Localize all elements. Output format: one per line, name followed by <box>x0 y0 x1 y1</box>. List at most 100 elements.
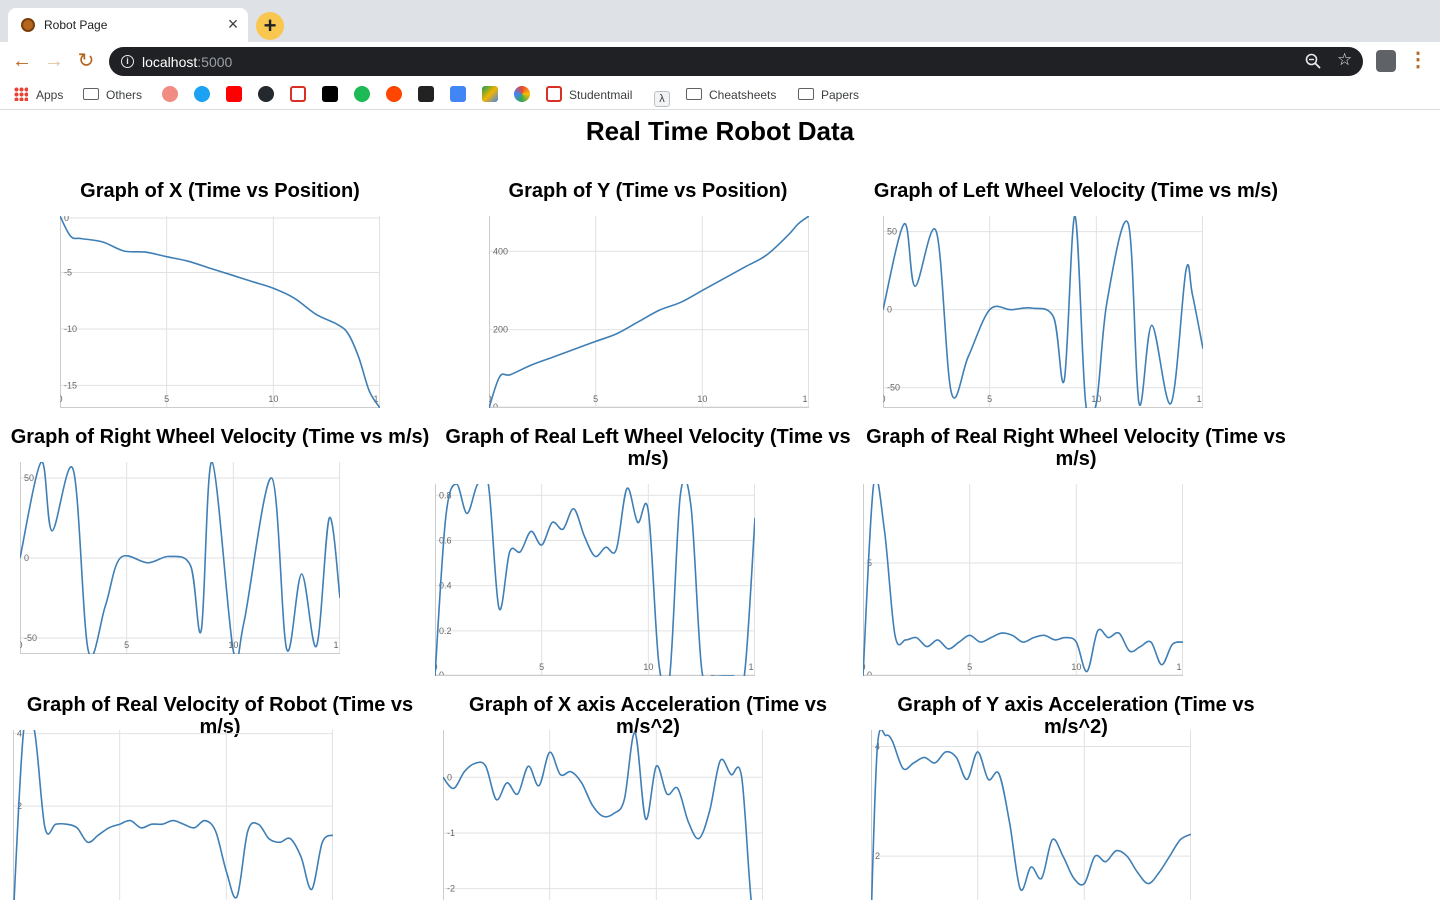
site-icon <box>354 86 370 102</box>
graph-title-x: Graph of X (Time vs Position) <box>80 180 360 202</box>
folder-icon <box>686 88 702 100</box>
series-line <box>883 216 1203 408</box>
chart-y-position: 020040005101 <box>489 216 809 408</box>
forward-icon[interactable]: → <box>43 50 65 72</box>
x-tick-label: 1 <box>1196 394 1201 404</box>
bookmark-site-3[interactable] <box>354 85 377 105</box>
folder-icon <box>798 88 814 100</box>
bookmark-label: Papers <box>821 88 860 102</box>
close-icon[interactable]: × <box>224 15 242 33</box>
x-tick-label: 0 <box>60 394 63 404</box>
bookmark-photos[interactable] <box>514 85 537 105</box>
chart-svg: 020040005101 <box>489 216 809 408</box>
x-tick-label: 1 <box>1176 662 1181 672</box>
zoom-out-icon[interactable] <box>1305 53 1321 69</box>
graph-title-y: Graph of Y (Time vs Position) <box>508 180 788 202</box>
lambda-icon: λ <box>654 91 670 107</box>
x-tick-label: 10 <box>1071 662 1081 672</box>
youtube-icon <box>226 86 242 102</box>
plus-icon[interactable]: + <box>256 12 284 40</box>
photos-icon <box>514 86 530 102</box>
graph-title-real-left-wheel: Graph of Real Left Wheel Velocity (Time … <box>445 426 851 470</box>
bookmark-site-1[interactable] <box>162 85 185 105</box>
bookmark-lambda[interactable]: λ <box>654 85 677 107</box>
star-icon[interactable]: ☆ <box>1337 50 1352 70</box>
bookmark-apps[interactable]: Apps <box>14 85 63 105</box>
site-icon <box>162 86 178 102</box>
series-line <box>489 216 809 408</box>
x-tick-label: 1 <box>802 394 807 404</box>
bookmark-blackboard[interactable] <box>418 85 441 105</box>
bookmark-github[interactable] <box>258 85 281 105</box>
github-icon <box>258 86 274 102</box>
url-port: :5000 <box>197 54 233 70</box>
bookmarks-bar: Apps Others Studentmail λ Cheatsheets Pa… <box>0 80 1440 110</box>
x-tick-label: 10 <box>268 394 278 404</box>
x-tick-label: 5 <box>164 394 169 404</box>
chart-svg: 5005101 <box>863 484 1183 676</box>
bookmark-site-2[interactable] <box>322 85 345 105</box>
apps-grid-icon <box>14 87 28 101</box>
info-icon[interactable]: i <box>121 55 134 68</box>
bookmark-gmail[interactable] <box>290 85 313 105</box>
gmail-icon <box>290 86 306 102</box>
y-tick-label: 2 <box>875 851 880 861</box>
y-tick-label: 0.2 <box>439 626 452 636</box>
bookmark-youtube[interactable] <box>226 85 249 105</box>
series-line <box>863 484 1183 676</box>
chart-x-acceleration: 0 -1 -2 <box>443 730 763 900</box>
bookmark-translate[interactable] <box>450 85 473 105</box>
chart-real-left-wheel-velocity: 00.20.40.60.805101 <box>435 484 755 676</box>
x-tick-label: 1 <box>748 662 753 672</box>
bookmark-reddit[interactable] <box>386 85 409 105</box>
y-tick-label: 50 <box>887 227 897 237</box>
y-tick-label: 0 <box>447 772 452 782</box>
y-tick-label: -50 <box>887 383 900 393</box>
gmail-icon <box>546 86 562 102</box>
profile-icon[interactable] <box>1376 50 1396 72</box>
browser-tab[interactable]: Robot Page × <box>8 8 248 42</box>
menu-icon[interactable]: ⋮ <box>1408 49 1428 71</box>
y-tick-label: -5 <box>64 267 72 277</box>
chart-left-wheel-velocity: 500-5005101 <box>883 216 1203 408</box>
bookmark-studentmail[interactable]: Studentmail <box>546 85 632 105</box>
series-line <box>435 484 755 676</box>
graph-title-real-right-wheel: Graph of Real Right Wheel Velocity (Time… <box>866 426 1286 470</box>
chart-svg: 00.20.40.60.805101 <box>435 484 755 676</box>
graph-title-left-wheel: Graph of Left Wheel Velocity (Time vs m/… <box>873 180 1279 202</box>
x-tick-label: 0 <box>883 394 886 404</box>
bookmark-cheatsheets[interactable]: Cheatsheets <box>686 85 776 105</box>
twitter-icon <box>194 86 210 102</box>
x-tick-label: 5 <box>539 662 544 672</box>
bookmark-label: Apps <box>36 88 64 102</box>
x-tick-label: 10 <box>697 394 707 404</box>
x-tick-label: 5 <box>987 394 992 404</box>
y-tick-label: -10 <box>64 324 77 334</box>
x-tick-label: 5 <box>593 394 598 404</box>
y-tick-label: 200 <box>493 325 508 335</box>
y-tick-label: 0 <box>24 553 29 563</box>
x-tick-label: 0 <box>20 640 23 650</box>
y-tick-label: -50 <box>24 633 37 643</box>
blackboard-icon <box>418 86 434 102</box>
x-tick-label: 10 <box>643 662 653 672</box>
favicon-icon <box>21 18 35 32</box>
folder-icon <box>83 88 99 100</box>
chart-right-wheel-velocity: 500-5005101 <box>20 462 340 654</box>
bookmark-label: Others <box>106 88 143 102</box>
bookmark-others[interactable]: Others <box>83 85 142 105</box>
bookmark-twitter[interactable] <box>194 85 217 105</box>
bookmark-papers[interactable]: Papers <box>798 85 859 105</box>
chart-x-position: 0-5-10-1505101 <box>60 216 380 408</box>
chart-svg: 500-5005101 <box>883 216 1203 408</box>
bookmark-label: Studentmail <box>569 88 633 102</box>
bookmark-drive[interactable] <box>482 85 505 105</box>
bookmark-label: Cheatsheets <box>709 88 777 102</box>
y-tick-label: -15 <box>64 380 77 390</box>
reload-icon[interactable]: ↻ <box>75 50 97 72</box>
y-tick-label: 0 <box>64 216 69 223</box>
address-bar[interactable]: i localhost:5000 ☆ <box>109 47 1363 76</box>
series-line <box>443 731 752 900</box>
page-title: Real Time Robot Data <box>585 116 855 146</box>
back-icon[interactable]: ← <box>11 50 33 72</box>
